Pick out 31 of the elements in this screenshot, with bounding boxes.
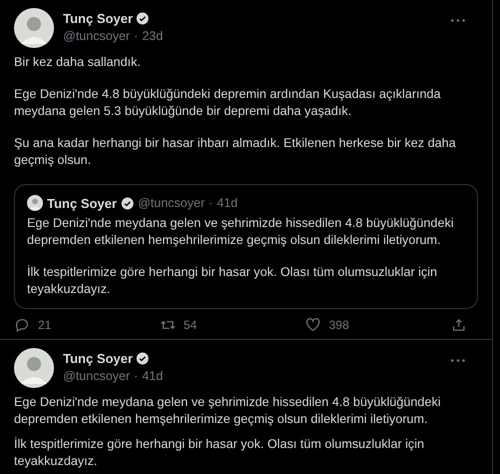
author-handle: @tuncsoyer: [138, 196, 205, 210]
more-icon[interactable]: [450, 18, 466, 23]
separator-dot: ·: [134, 29, 138, 43]
speech-bubble-icon: [14, 317, 30, 333]
share-icon[interactable]: [450, 317, 466, 333]
author-name[interactable]: Tunç Soyer: [63, 351, 133, 366]
author-handle[interactable]: @tuncsoyer: [63, 369, 130, 383]
like-button[interactable]: 398: [305, 317, 450, 333]
reply-button[interactable]: 21: [14, 317, 160, 333]
tweet-text: Şu ana kadar herhangi bir hasar ihbarı almadık. Etkilenen herkese bir kez daha geçmiş olsun.: [14, 135, 457, 169]
tweet-time: 41d: [216, 196, 238, 210]
retweet-button[interactable]: 54: [160, 317, 305, 333]
tweet-text: Ege Denizi'nde 4.8 büyüklüğündeki depremin ardından Kuşadası açıklarında meydana gelen 5.3 büyüklüğünde bir depremi daha yaşadık.: [14, 86, 442, 120]
separator-dot: ·: [208, 196, 213, 210]
tweet-text: Ege Denizi'nde meydana gelen ve şehrimizde hissedilen 4.8 büyüklüğündeki depremden etkilenen hemşehrilerimize geçmiş olsun dileklerimi iletiyorum.: [27, 215, 455, 249]
heart-icon: [305, 317, 321, 333]
tweet-text: Bir kez daha sallandık.: [14, 54, 142, 71]
separator-dot: ·: [134, 369, 138, 383]
more-icon[interactable]: [450, 358, 466, 363]
author-name[interactable]: Tunç Soyer: [63, 11, 133, 26]
tweet-text: İlk tespitlerimize göre herhangi bir hasar yok. Olası tüm olumsuzluklar için teyakkuzdayız.: [14, 436, 426, 470]
tweet-time[interactable]: 23d: [142, 29, 163, 43]
avatar[interactable]: [14, 348, 54, 388]
avatar: [27, 195, 43, 211]
avatar[interactable]: [14, 8, 54, 48]
quoted-tweet[interactable]: [14, 184, 478, 309]
author-handle[interactable]: @tuncsoyer: [63, 29, 130, 43]
tweet-text: İlk tespitlerimize göre herhangi bir hasar yok. Olası tüm olumsuzluklar için teyakkuzdayız.: [27, 264, 438, 298]
author-name: Tunç Soyer: [47, 196, 117, 210]
tweet-time[interactable]: 41d: [142, 369, 163, 383]
tweet-text: Ege Denizi'nde meydana gelen ve şehrimizde hissedilen 4.8 büyüklüğündeki depremden etkilenen hemşehrilerimize geçmiş olsun dileklerimi iletiyorum.: [14, 394, 442, 428]
